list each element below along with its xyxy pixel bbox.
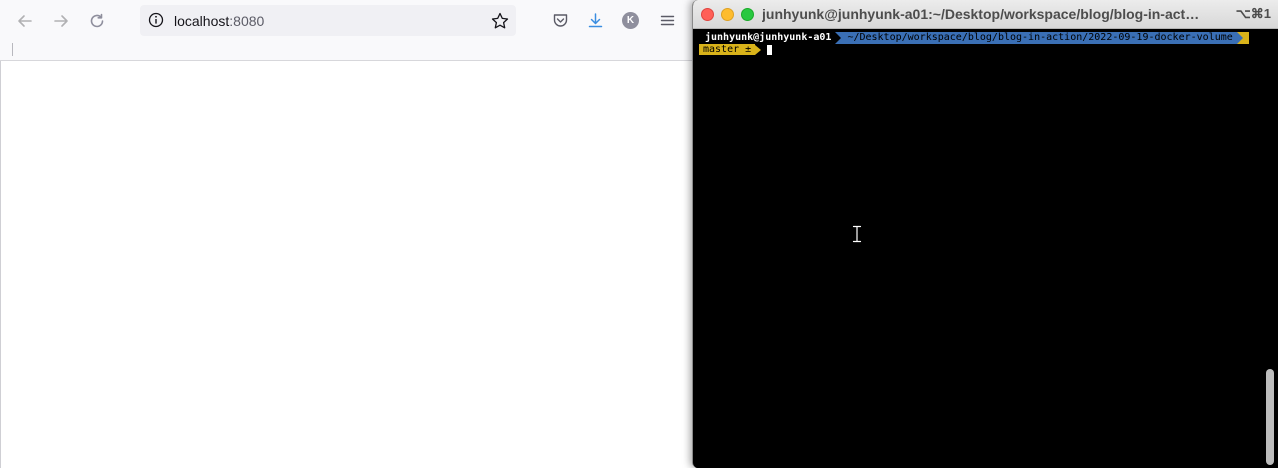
prompt-tail xyxy=(1242,32,1249,44)
prompt-separator-icon xyxy=(755,44,762,55)
prompt-line: junhyunk@junhyunk-a01 ~/Desktop/workspac… xyxy=(701,32,1249,44)
text-cursor xyxy=(767,44,773,55)
window-shortcut: ⌥⌘1 xyxy=(1235,6,1271,21)
terminal-titlebar[interactable]: junhyunk@junhyunk-a01:~/Desktop/workspac… xyxy=(693,0,1278,29)
url-port: :8080 xyxy=(229,13,265,29)
bookmarks-separator xyxy=(12,43,13,56)
downloads-button[interactable] xyxy=(585,10,605,30)
ibeam-cursor-icon xyxy=(852,225,862,243)
close-window-button[interactable] xyxy=(701,8,714,21)
git-status-line: master ± xyxy=(699,44,773,55)
terminal-scrollbar[interactable] xyxy=(1266,369,1274,465)
arrow-right-icon xyxy=(54,15,68,27)
menu-button[interactable] xyxy=(657,10,677,30)
arrow-left-icon xyxy=(18,15,32,27)
prompt-user-host: junhyunk@junhyunk-a01 xyxy=(701,32,836,44)
url-bar[interactable]: localhost:8080 xyxy=(140,5,516,36)
terminal-window: junhyunk@junhyunk-a01:~/Desktop/workspac… xyxy=(692,0,1278,468)
account-avatar[interactable]: K xyxy=(622,12,639,29)
terminal-output[interactable]: junhyunk@junhyunk-a01 ~/Desktop/workspac… xyxy=(693,29,1278,468)
back-button[interactable] xyxy=(12,8,38,34)
hamburger-icon xyxy=(660,15,674,25)
url-host: localhost xyxy=(174,13,230,29)
star-icon[interactable] xyxy=(490,11,510,31)
git-branch: master ± xyxy=(699,44,756,55)
info-circle-icon[interactable] xyxy=(148,12,164,28)
zoom-window-button[interactable] xyxy=(741,8,754,21)
prompt-path: ~/Desktop/workspace/blog/blog-in-action/… xyxy=(841,32,1237,44)
reload-button[interactable] xyxy=(84,8,110,34)
forward-button[interactable] xyxy=(48,8,74,34)
pocket-button[interactable] xyxy=(550,10,570,30)
window-edge xyxy=(0,61,1,468)
reload-icon xyxy=(90,13,104,28)
minimize-window-button[interactable] xyxy=(721,8,734,21)
pocket-icon xyxy=(553,13,567,27)
url-text[interactable]: localhost:8080 xyxy=(174,13,264,29)
download-icon xyxy=(588,12,602,27)
terminal-title: junhyunk@junhyunk-a01:~/Desktop/workspac… xyxy=(762,6,1202,22)
